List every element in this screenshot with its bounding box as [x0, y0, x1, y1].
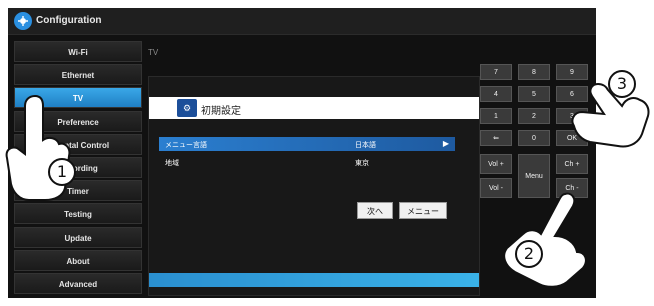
app-title: Configuration — [36, 15, 102, 26]
key-1[interactable]: 1 — [480, 108, 512, 124]
step-1-marker: 1 — [48, 158, 76, 186]
hand-pointer-icon-2 — [503, 192, 587, 288]
sidebar-item-testing[interactable]: Testing — [14, 203, 142, 225]
content-header: TV — [148, 48, 159, 57]
menu-language-row[interactable]: メニュー言語 日本語 ▶ — [159, 137, 455, 151]
key-5[interactable]: 5 — [518, 86, 550, 102]
sidebar-item-advanced[interactable]: Advanced — [14, 272, 142, 294]
menu-button[interactable]: メニュー — [399, 202, 447, 219]
region-row[interactable]: 地域 東京 — [159, 155, 455, 169]
menu-language-value: 日本語 — [355, 142, 376, 149]
sidebar-item-about[interactable]: About — [14, 249, 142, 271]
key-4[interactable]: 4 — [480, 86, 512, 102]
key-0[interactable]: 0 — [518, 130, 550, 146]
app-logo-icon — [14, 12, 32, 30]
key-2[interactable]: 2 — [518, 108, 550, 124]
key-ch-up[interactable]: Ch + — [556, 154, 588, 174]
chevron-right-icon: ▶ — [442, 139, 449, 148]
step-3-marker: 3 — [608, 70, 636, 98]
sidebar-item-ethernet[interactable]: Ethernet — [14, 64, 142, 86]
menu-language-label: メニュー言語 — [165, 142, 207, 149]
dialog-title: 初期設定 — [201, 106, 241, 117]
sidebar-item-update[interactable]: Update — [14, 226, 142, 248]
next-button[interactable]: 次へ — [357, 202, 393, 219]
region-label: 地域 — [165, 160, 179, 167]
settings-icon: ⚙ — [177, 99, 197, 117]
key-vol-up[interactable]: Vol + — [480, 154, 512, 174]
step-2-marker: 2 — [515, 240, 543, 268]
key-back[interactable]: ⇐ — [480, 130, 512, 146]
dialog-footer-bar — [149, 273, 479, 287]
key-8[interactable]: 8 — [518, 64, 550, 80]
sidebar-item-wifi[interactable]: Wi-Fi — [14, 41, 142, 62]
region-value: 東京 — [355, 160, 369, 167]
initial-setup-dialog: ⚙ 初期設定 メニュー言語 日本語 ▶ 地域 東京 次へ メニュー — [148, 76, 480, 296]
dialog-title-bar: ⚙ 初期設定 — [149, 97, 479, 119]
key-7[interactable]: 7 — [480, 64, 512, 80]
title-bar: Configuration — [8, 8, 596, 35]
